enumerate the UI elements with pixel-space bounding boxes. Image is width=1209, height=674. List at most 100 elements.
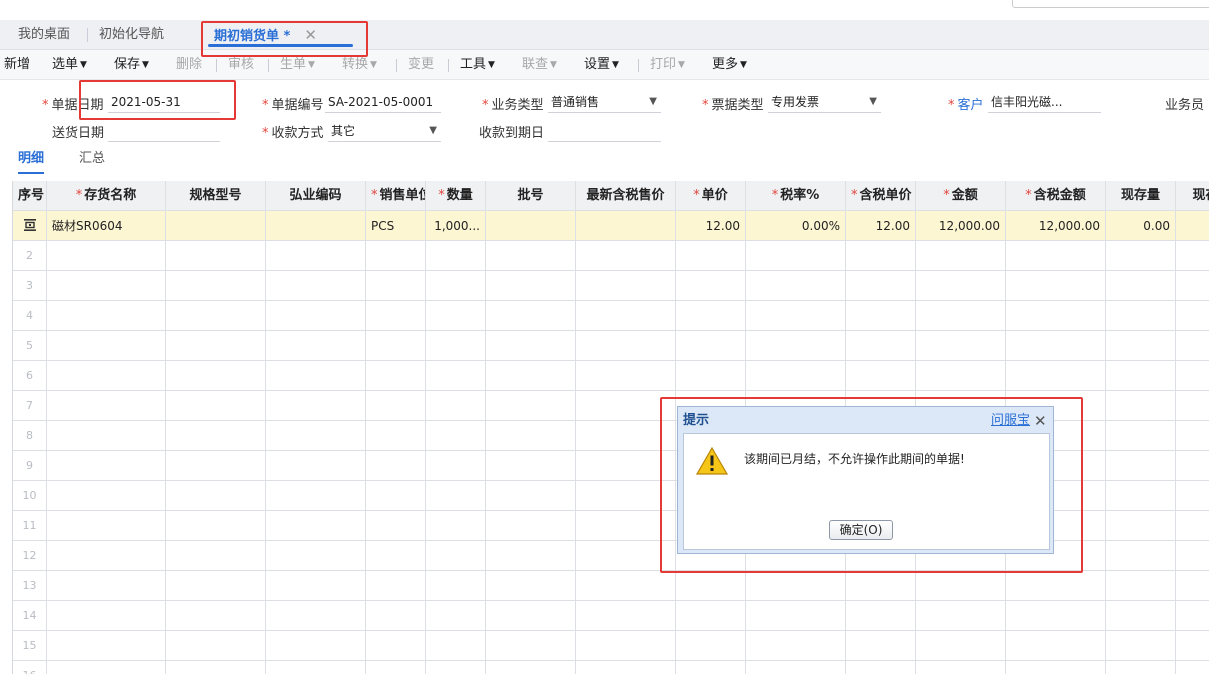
- linked-query-menu[interactable]: 联查 ▼: [522, 50, 557, 80]
- table-cell[interactable]: [1106, 571, 1176, 601]
- table-cell[interactable]: [166, 601, 266, 631]
- close-tab-icon[interactable]: ✕: [304, 26, 317, 44]
- table-cell[interactable]: [366, 241, 426, 271]
- table-cell[interactable]: [746, 571, 846, 601]
- column-header[interactable]: 最新含税售价: [576, 181, 676, 211]
- table-cell[interactable]: [1006, 661, 1106, 674]
- table-cell[interactable]: [486, 211, 576, 241]
- table-cell[interactable]: [676, 361, 746, 391]
- table-cell[interactable]: [426, 301, 486, 331]
- table-cell[interactable]: 12.00: [676, 211, 746, 241]
- table-cell[interactable]: [1106, 391, 1176, 421]
- tab-opening-sales-order[interactable]: 期初销货单 * ✕: [208, 20, 353, 50]
- table-cell[interactable]: [746, 601, 846, 631]
- table-cell[interactable]: [1106, 631, 1176, 661]
- table-cell[interactable]: [426, 361, 486, 391]
- table-cell[interactable]: [676, 571, 746, 601]
- table-cell[interactable]: [676, 271, 746, 301]
- table-cell[interactable]: [846, 361, 916, 391]
- column-header[interactable]: 现存量: [1106, 181, 1176, 211]
- doc-date-field[interactable]: 2021-05-31: [108, 91, 220, 113]
- table-cell[interactable]: [486, 631, 576, 661]
- tab-init-guide[interactable]: 初始化导航: [99, 20, 164, 50]
- table-cell[interactable]: [366, 271, 426, 301]
- table-cell[interactable]: [1176, 571, 1209, 601]
- table-cell[interactable]: [47, 451, 166, 481]
- table-cell[interactable]: [366, 331, 426, 361]
- table-cell[interactable]: [916, 301, 1006, 331]
- table-cell[interactable]: [846, 271, 916, 301]
- table-cell[interactable]: [676, 241, 746, 271]
- table-row[interactable]: 16: [13, 661, 1209, 674]
- table-cell[interactable]: [426, 451, 486, 481]
- column-header[interactable]: *销售单位: [366, 181, 426, 211]
- table-cell[interactable]: [47, 391, 166, 421]
- table-cell[interactable]: [486, 301, 576, 331]
- row-number-cell[interactable]: 7: [13, 391, 47, 421]
- table-cell[interactable]: [166, 301, 266, 331]
- table-cell[interactable]: 1,000...: [426, 211, 486, 241]
- change-button[interactable]: 变更: [408, 50, 434, 80]
- biz-type-select[interactable]: 普通销售 ▼: [548, 91, 661, 113]
- table-cell[interactable]: [366, 571, 426, 601]
- table-row[interactable]: 2: [13, 241, 1209, 271]
- column-header[interactable]: * 含税金额: [1006, 181, 1106, 211]
- table-cell[interactable]: [676, 661, 746, 674]
- table-cell[interactable]: [366, 601, 426, 631]
- table-cell[interactable]: [676, 301, 746, 331]
- table-cell[interactable]: [47, 661, 166, 674]
- table-cell[interactable]: [47, 481, 166, 511]
- table-cell[interactable]: [426, 511, 486, 541]
- row-number-cell[interactable]: 11: [13, 511, 47, 541]
- column-header[interactable]: * 单价: [676, 181, 746, 211]
- table-cell[interactable]: [916, 571, 1006, 601]
- table-cell[interactable]: PCS: [366, 211, 426, 241]
- table-cell[interactable]: [266, 331, 366, 361]
- column-header[interactable]: * 税率%: [746, 181, 846, 211]
- table-cell[interactable]: [1006, 241, 1106, 271]
- table-cell[interactable]: [166, 271, 266, 301]
- table-cell[interactable]: [486, 541, 576, 571]
- table-cell[interactable]: [366, 391, 426, 421]
- table-cell[interactable]: [166, 541, 266, 571]
- row-number-cell[interactable]: 3: [13, 271, 47, 301]
- customer-field[interactable]: 信丰阳光磁...: [988, 91, 1101, 113]
- row-number-cell[interactable]: 12: [13, 541, 47, 571]
- table-cell[interactable]: [426, 541, 486, 571]
- table-row[interactable]: 14: [13, 601, 1209, 631]
- row-number-cell[interactable]: [13, 211, 47, 241]
- table-cell[interactable]: 12,000.00: [1006, 211, 1106, 241]
- table-cell[interactable]: [166, 241, 266, 271]
- row-number-cell[interactable]: 2: [13, 241, 47, 271]
- table-cell[interactable]: [1106, 421, 1176, 451]
- table-cell[interactable]: [1106, 301, 1176, 331]
- table-cell[interactable]: [266, 301, 366, 331]
- table-cell[interactable]: [266, 661, 366, 674]
- row-number-cell[interactable]: 15: [13, 631, 47, 661]
- settings-menu[interactable]: 设置 ▼: [584, 50, 619, 80]
- table-row[interactable]: 5: [13, 331, 1209, 361]
- column-header[interactable]: 批号: [486, 181, 576, 211]
- audit-button[interactable]: 审核: [228, 50, 254, 80]
- invoice-type-select[interactable]: 专用发票 ▼: [768, 91, 881, 113]
- table-cell[interactable]: [426, 661, 486, 674]
- column-header[interactable]: 现存: [1176, 181, 1209, 211]
- table-cell[interactable]: [486, 421, 576, 451]
- tab-my-desktop[interactable]: 我的桌面: [18, 20, 70, 50]
- table-cell[interactable]: [1176, 451, 1209, 481]
- table-cell[interactable]: [846, 631, 916, 661]
- table-cell[interactable]: [47, 631, 166, 661]
- table-cell[interactable]: [266, 541, 366, 571]
- row-number-cell[interactable]: 8: [13, 421, 47, 451]
- table-cell[interactable]: [676, 631, 746, 661]
- table-cell[interactable]: [266, 451, 366, 481]
- table-cell[interactable]: [426, 391, 486, 421]
- table-row[interactable]: 6: [13, 361, 1209, 391]
- table-cell[interactable]: [426, 271, 486, 301]
- table-cell[interactable]: [1106, 511, 1176, 541]
- column-header[interactable]: 弘业编码: [266, 181, 366, 211]
- table-cell[interactable]: [486, 271, 576, 301]
- table-cell[interactable]: [426, 421, 486, 451]
- table-cell[interactable]: [47, 271, 166, 301]
- row-number-cell[interactable]: 4: [13, 301, 47, 331]
